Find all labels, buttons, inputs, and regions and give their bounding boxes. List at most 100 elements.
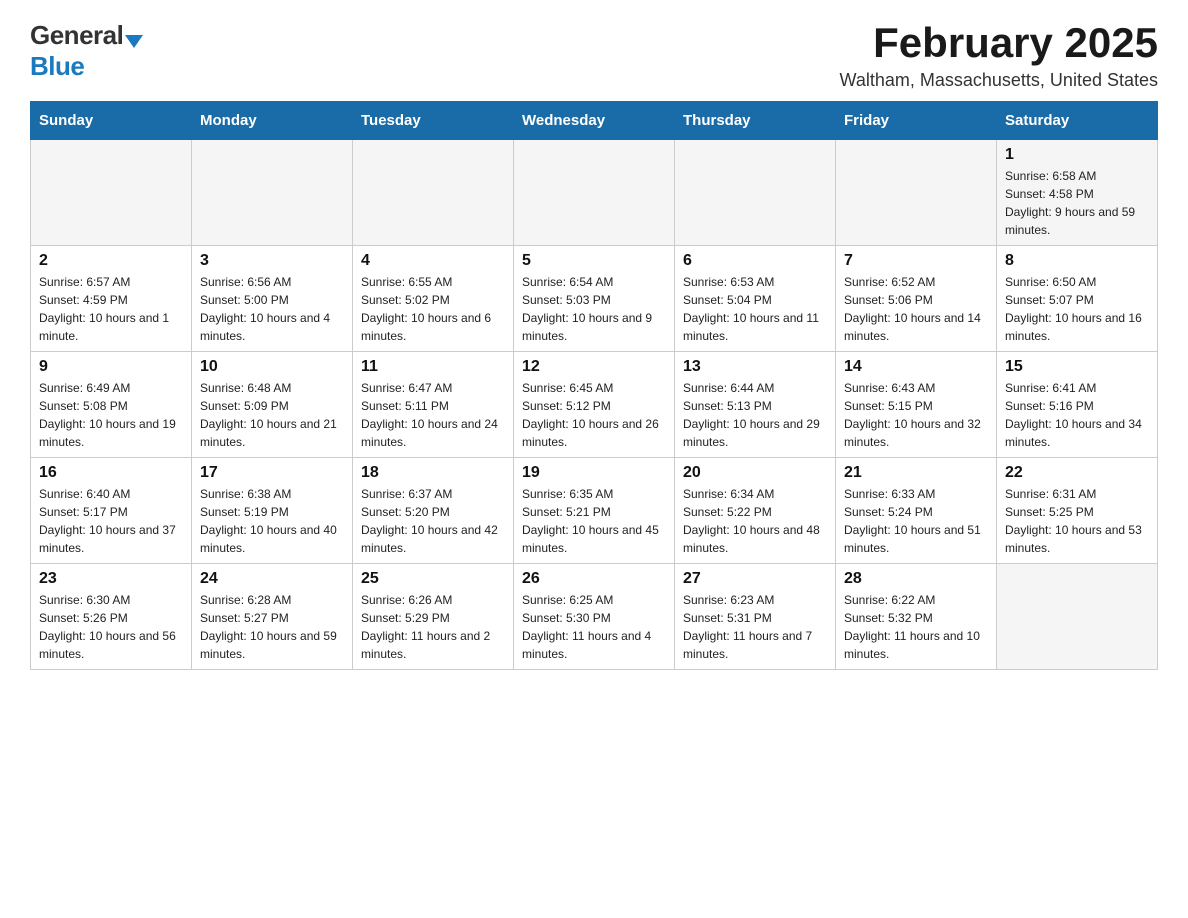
day-info: Sunrise: 6:49 AMSunset: 5:08 PMDaylight:… xyxy=(39,379,183,451)
title-section: February 2025 Waltham, Massachusetts, Un… xyxy=(840,20,1158,91)
day-info: Sunrise: 6:30 AMSunset: 5:26 PMDaylight:… xyxy=(39,591,183,663)
day-info: Sunrise: 6:48 AMSunset: 5:09 PMDaylight:… xyxy=(200,379,344,451)
day-number: 13 xyxy=(683,358,827,376)
day-number: 19 xyxy=(522,464,666,482)
day-number: 3 xyxy=(200,252,344,270)
table-row: 23 Sunrise: 6:30 AMSunset: 5:26 PMDayligh… xyxy=(31,564,192,670)
table-row: 11 Sunrise: 6:47 AMSunset: 5:11 PMDayligh… xyxy=(353,352,514,458)
day-info: Sunrise: 6:26 AMSunset: 5:29 PMDaylight:… xyxy=(361,591,505,663)
calendar-header: Sunday Monday Tuesday Wednesday Thursday… xyxy=(31,102,1158,140)
day-info: Sunrise: 6:44 AMSunset: 5:13 PMDaylight:… xyxy=(683,379,827,451)
table-row: 1 Sunrise: 6:58 AMSunset: 4:58 PMDaylight… xyxy=(997,140,1158,246)
logo: General Blue xyxy=(30,20,143,82)
day-number: 21 xyxy=(844,464,988,482)
day-number: 24 xyxy=(200,570,344,588)
table-row: 16 Sunrise: 6:40 AMSunset: 5:17 PMDayligh… xyxy=(31,458,192,564)
table-row: 10 Sunrise: 6:48 AMSunset: 5:09 PMDayligh… xyxy=(192,352,353,458)
day-info: Sunrise: 6:54 AMSunset: 5:03 PMDaylight:… xyxy=(522,273,666,345)
table-row: 15 Sunrise: 6:41 AMSunset: 5:16 PMDayligh… xyxy=(997,352,1158,458)
table-row: 8 Sunrise: 6:50 AMSunset: 5:07 PMDaylight… xyxy=(997,246,1158,352)
table-row xyxy=(31,140,192,246)
table-row: 9 Sunrise: 6:49 AMSunset: 5:08 PMDaylight… xyxy=(31,352,192,458)
table-row: 6 Sunrise: 6:53 AMSunset: 5:04 PMDaylight… xyxy=(675,246,836,352)
table-row xyxy=(514,140,675,246)
day-number: 6 xyxy=(683,252,827,270)
col-sunday: Sunday xyxy=(31,102,192,140)
day-number: 2 xyxy=(39,252,183,270)
table-row: 4 Sunrise: 6:55 AMSunset: 5:02 PMDaylight… xyxy=(353,246,514,352)
table-row: 7 Sunrise: 6:52 AMSunset: 5:06 PMDaylight… xyxy=(836,246,997,352)
table-row: 14 Sunrise: 6:43 AMSunset: 5:15 PMDayligh… xyxy=(836,352,997,458)
table-row xyxy=(836,140,997,246)
day-number: 1 xyxy=(1005,146,1149,164)
table-row: 28 Sunrise: 6:22 AMSunset: 5:32 PMDayligh… xyxy=(836,564,997,670)
day-info: Sunrise: 6:41 AMSunset: 5:16 PMDaylight:… xyxy=(1005,379,1149,451)
page-header: General Blue February 2025 Waltham, Mass… xyxy=(30,20,1158,91)
logo-general-text: General xyxy=(30,20,123,51)
day-number: 18 xyxy=(361,464,505,482)
table-row: 13 Sunrise: 6:44 AMSunset: 5:13 PMDayligh… xyxy=(675,352,836,458)
day-info: Sunrise: 6:34 AMSunset: 5:22 PMDaylight:… xyxy=(683,485,827,557)
day-info: Sunrise: 6:37 AMSunset: 5:20 PMDaylight:… xyxy=(361,485,505,557)
table-row: 24Sunrise: 6:28 AMSunset: 5:27 PMDayligh… xyxy=(192,564,353,670)
day-number: 9 xyxy=(39,358,183,376)
page-title: February 2025 xyxy=(840,20,1158,66)
day-number: 22 xyxy=(1005,464,1149,482)
day-number: 25 xyxy=(361,570,505,588)
col-monday: Monday xyxy=(192,102,353,140)
col-saturday: Saturday xyxy=(997,102,1158,140)
day-info: Sunrise: 6:35 AMSunset: 5:21 PMDaylight:… xyxy=(522,485,666,557)
day-number: 20 xyxy=(683,464,827,482)
day-number: 14 xyxy=(844,358,988,376)
table-row: 18 Sunrise: 6:37 AMSunset: 5:20 PMDayligh… xyxy=(353,458,514,564)
day-info: Sunrise: 6:55 AMSunset: 5:02 PMDaylight:… xyxy=(361,273,505,345)
day-info: Sunrise: 6:53 AMSunset: 5:04 PMDaylight:… xyxy=(683,273,827,345)
day-info: Sunrise: 6:47 AMSunset: 5:11 PMDaylight:… xyxy=(361,379,505,451)
day-number: 16 xyxy=(39,464,183,482)
col-tuesday: Tuesday xyxy=(353,102,514,140)
day-number: 17 xyxy=(200,464,344,482)
page-subtitle: Waltham, Massachusetts, United States xyxy=(840,70,1158,91)
table-row: 2 Sunrise: 6:57 AMSunset: 4:59 PMDaylight… xyxy=(31,246,192,352)
day-info: Sunrise: 6:58 AMSunset: 4:58 PMDaylight:… xyxy=(1005,167,1149,239)
logo-blue-text: Blue xyxy=(30,51,84,81)
table-row: 21 Sunrise: 6:33 AMSunset: 5:24 PMDayligh… xyxy=(836,458,997,564)
day-number: 4 xyxy=(361,252,505,270)
col-friday: Friday xyxy=(836,102,997,140)
day-info: Sunrise: 6:31 AMSunset: 5:25 PMDaylight:… xyxy=(1005,485,1149,557)
day-info: Sunrise: 6:57 AMSunset: 4:59 PMDaylight:… xyxy=(39,273,183,345)
day-info: Sunrise: 6:40 AMSunset: 5:17 PMDaylight:… xyxy=(39,485,183,557)
day-info: Sunrise: 6:45 AMSunset: 5:12 PMDaylight:… xyxy=(522,379,666,451)
day-info: Sunrise: 6:22 AMSunset: 5:32 PMDaylight:… xyxy=(844,591,988,663)
day-number: 7 xyxy=(844,252,988,270)
day-info: Sunrise: 6:33 AMSunset: 5:24 PMDaylight:… xyxy=(844,485,988,557)
day-info: Sunrise: 6:25 AMSunset: 5:30 PMDaylight:… xyxy=(522,591,666,663)
day-number: 15 xyxy=(1005,358,1149,376)
day-info: Sunrise: 6:52 AMSunset: 5:06 PMDaylight:… xyxy=(844,273,988,345)
day-number: 23 xyxy=(39,570,183,588)
day-number: 28 xyxy=(844,570,988,588)
col-thursday: Thursday xyxy=(675,102,836,140)
table-row: 19 Sunrise: 6:35 AMSunset: 5:21 PMDayligh… xyxy=(514,458,675,564)
day-info: Sunrise: 6:56 AMSunset: 5:00 PMDaylight:… xyxy=(200,273,344,345)
day-info: Sunrise: 6:23 AMSunset: 5:31 PMDaylight:… xyxy=(683,591,827,663)
logo-triangle-icon xyxy=(125,35,143,48)
day-info: Sunrise: 6:50 AMSunset: 5:07 PMDaylight:… xyxy=(1005,273,1149,345)
day-number: 12 xyxy=(522,358,666,376)
table-row xyxy=(675,140,836,246)
calendar-body: 1 Sunrise: 6:58 AMSunset: 4:58 PMDaylight… xyxy=(31,140,1158,670)
day-number: 8 xyxy=(1005,252,1149,270)
col-wednesday: Wednesday xyxy=(514,102,675,140)
table-row: 26 Sunrise: 6:25 AMSunset: 5:30 PMDayligh… xyxy=(514,564,675,670)
calendar-table: Sunday Monday Tuesday Wednesday Thursday… xyxy=(30,101,1158,670)
table-row: 12 Sunrise: 6:45 AMSunset: 5:12 PMDayligh… xyxy=(514,352,675,458)
day-number: 11 xyxy=(361,358,505,376)
day-number: 10 xyxy=(200,358,344,376)
day-info: Sunrise: 6:43 AMSunset: 5:15 PMDaylight:… xyxy=(844,379,988,451)
table-row xyxy=(353,140,514,246)
table-row xyxy=(997,564,1158,670)
day-number: 26 xyxy=(522,570,666,588)
table-row: 22 Sunrise: 6:31 AMSunset: 5:25 PMDayligh… xyxy=(997,458,1158,564)
table-row xyxy=(192,140,353,246)
table-row: 17Sunrise: 6:38 AMSunset: 5:19 PMDayligh… xyxy=(192,458,353,564)
